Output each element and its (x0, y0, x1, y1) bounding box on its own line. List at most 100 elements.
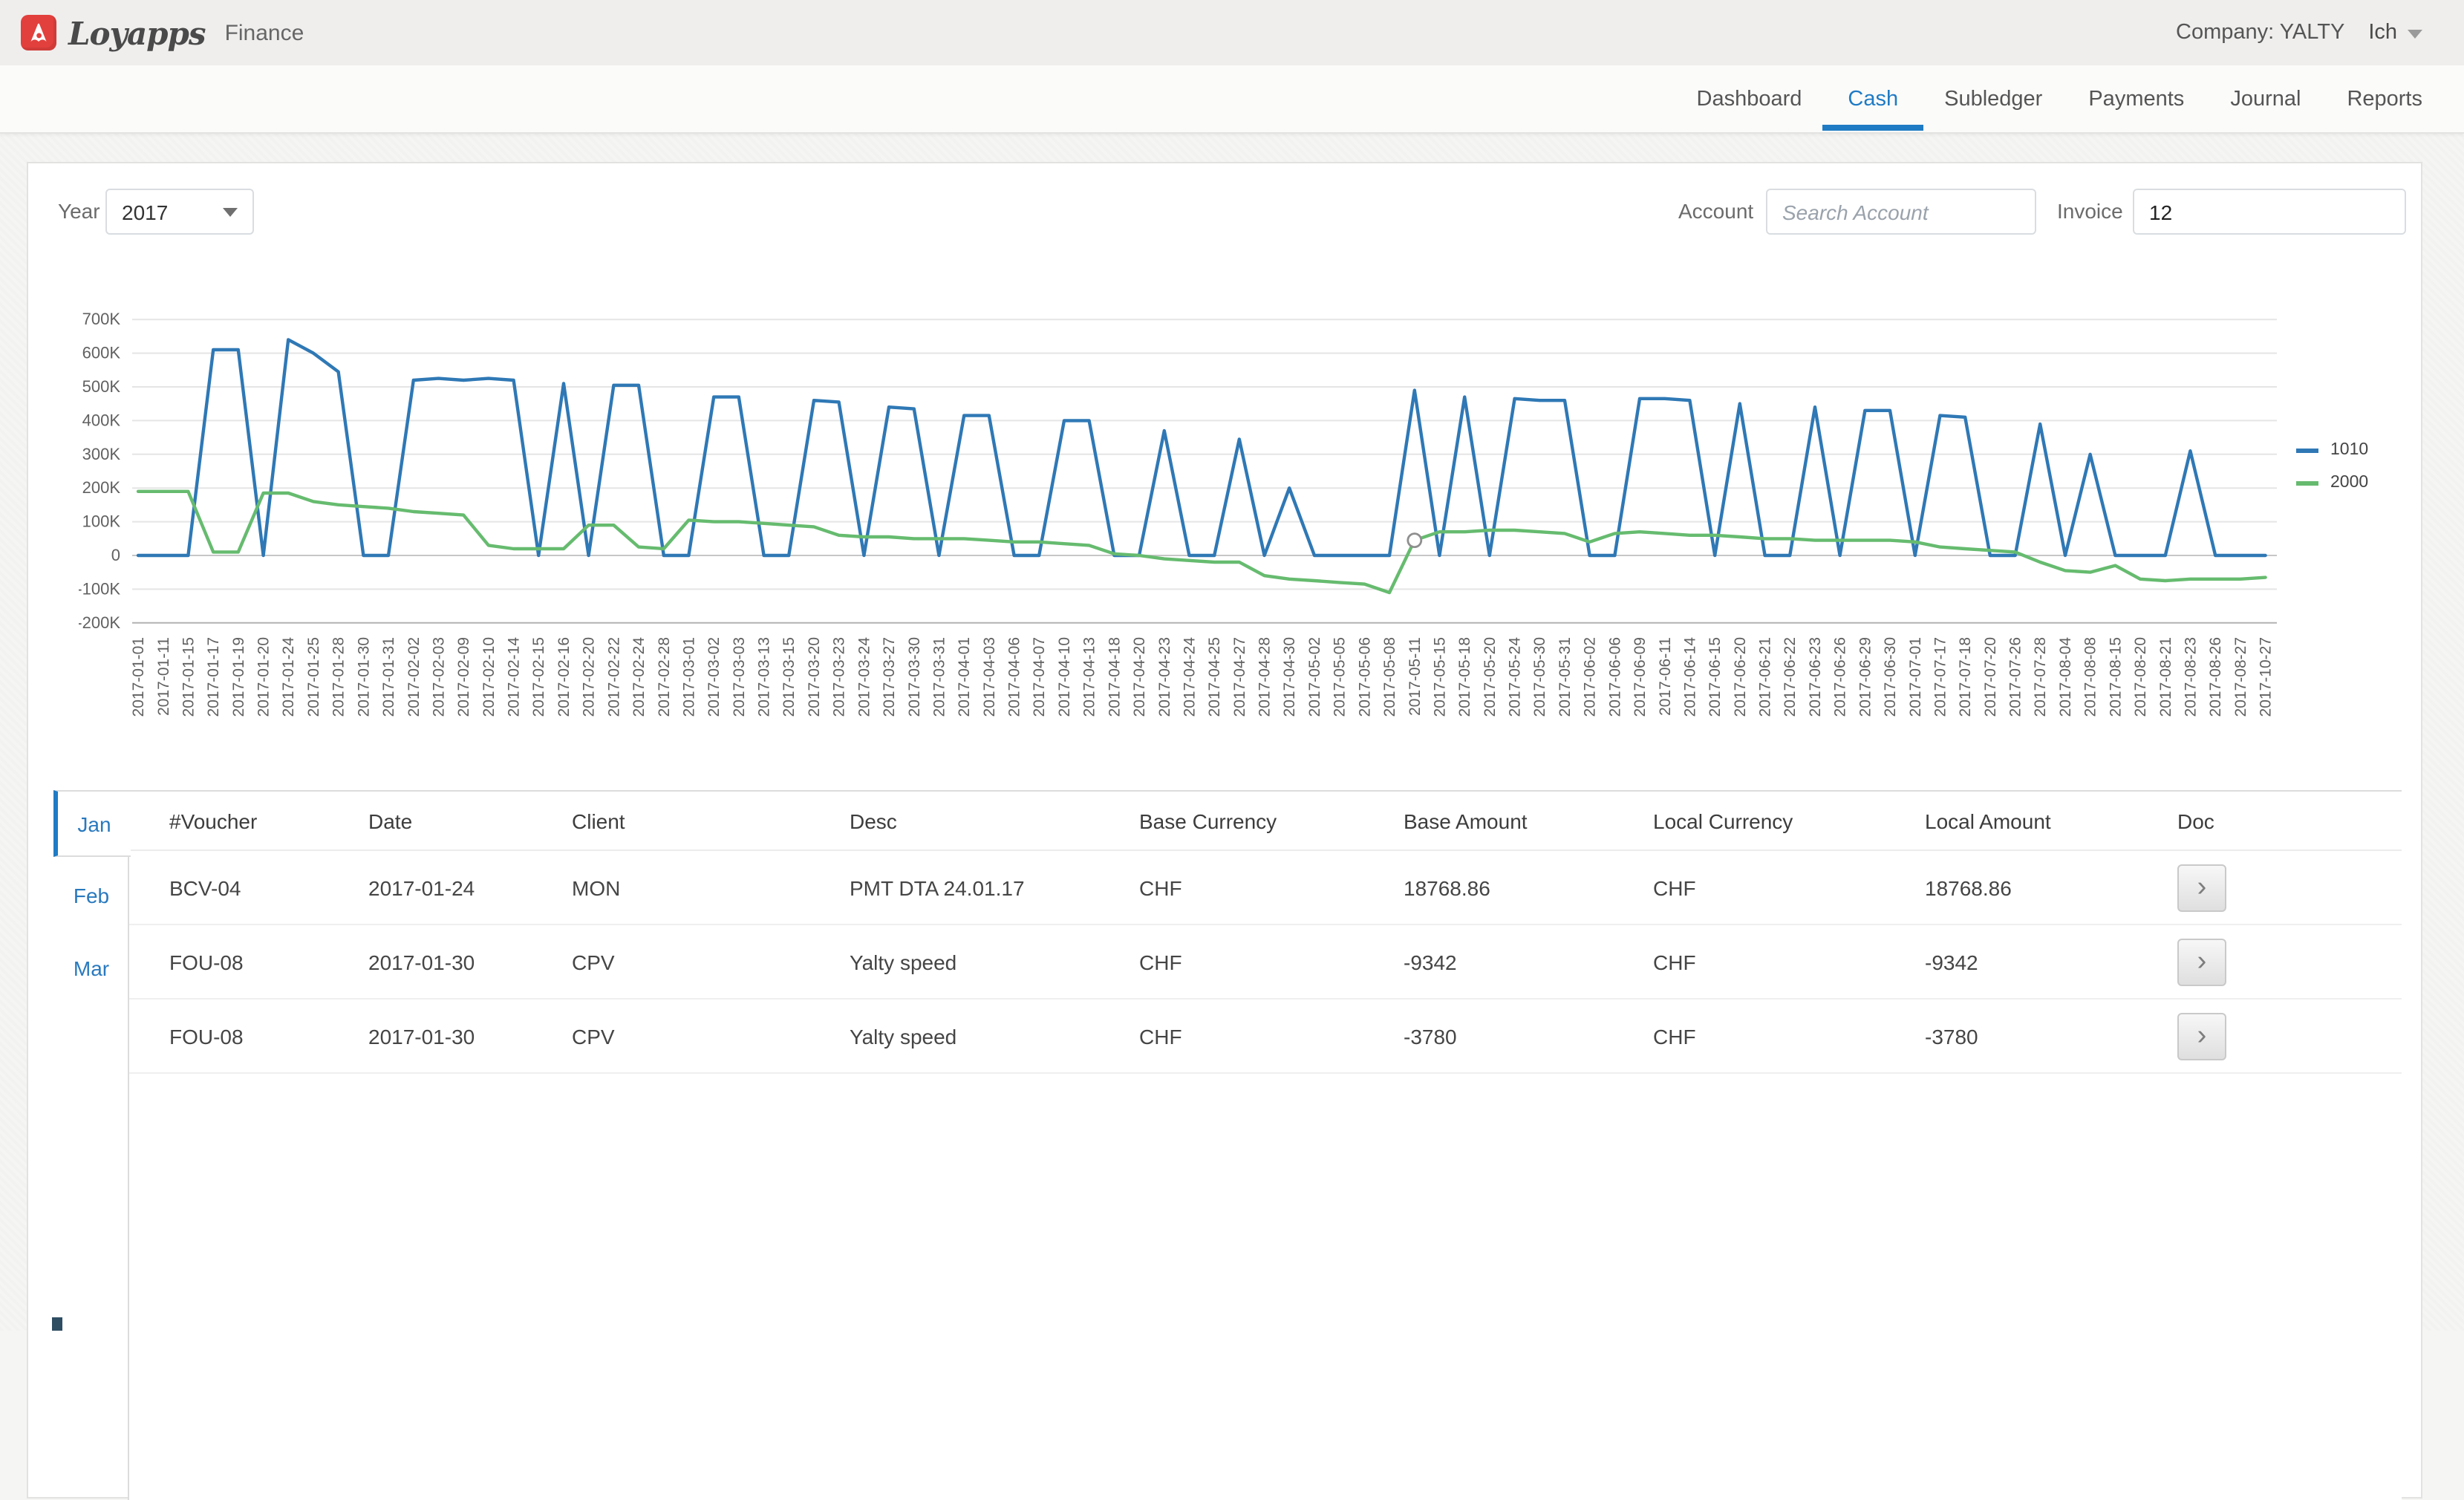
col-local-currency: Local Currency (1653, 809, 1925, 832)
svg-text:2017-06-21: 2017-06-21 (1757, 637, 1774, 717)
account-area: Company: YALTY Ich (2176, 21, 2422, 45)
loyapps-logo-icon (21, 15, 56, 50)
svg-text:200K: 200K (82, 478, 121, 497)
year-select[interactable]: 2017 (105, 189, 254, 235)
svg-text:2017-02-09: 2017-02-09 (455, 637, 472, 717)
svg-text:2017-06-11: 2017-06-11 (1657, 637, 1674, 716)
svg-text:2017-08-21: 2017-08-21 (2157, 637, 2174, 717)
legend-label-2000: 2000 (2330, 474, 2368, 492)
voucher-table-panel: #Voucher Date Client Desc Base Currency … (128, 790, 2402, 1500)
svg-text:2017-08-20: 2017-08-20 (2132, 637, 2149, 717)
content-card: Year 2017 Account Invoice 700K600K500K40… (27, 162, 2422, 1499)
cell-voucher: BCV-04 (169, 875, 368, 899)
cell-local-currency: CHF (1653, 1024, 1925, 1048)
top-header-bar: Loyapps Finance Company: YALTY Ich (0, 0, 2464, 65)
svg-text:2017-03-02: 2017-03-02 (705, 637, 723, 717)
col-desc: Desc (850, 809, 1139, 832)
svg-text:100K: 100K (82, 512, 121, 531)
invoice-input[interactable] (2133, 189, 2406, 235)
svg-text:2017-04-18: 2017-04-18 (1106, 637, 1123, 717)
svg-text:2017-06-26: 2017-06-26 (1832, 637, 1849, 717)
logo-wordmark: Loyapps (68, 17, 206, 48)
app-name: Finance (225, 20, 304, 45)
doc-open-button[interactable]: › (2177, 864, 2226, 911)
col-local-amount: Local Amount (1925, 809, 2177, 832)
cell-desc: PMT DTA 24.01.17 (850, 875, 1139, 899)
svg-text:2017-02-20: 2017-02-20 (581, 637, 598, 717)
svg-text:2017-01-24: 2017-01-24 (280, 637, 297, 717)
partial-cutoff-element (52, 1317, 62, 1331)
svg-text:2017-06-02: 2017-06-02 (1582, 637, 1599, 717)
year-label: Year (58, 189, 100, 235)
svg-text:2017-04-28: 2017-04-28 (1257, 637, 1274, 717)
invoice-label: Invoice (2057, 189, 2123, 235)
brand-logo[interactable]: Loyapps Finance (21, 15, 304, 50)
svg-text:2017-02-10: 2017-02-10 (480, 637, 498, 717)
svg-text:2017-07-17: 2017-07-17 (1932, 637, 1949, 717)
svg-text:2017-04-20: 2017-04-20 (1131, 637, 1148, 717)
svg-text:2017-04-01: 2017-04-01 (956, 637, 973, 717)
main-nav: Dashboard Cash Subledger Payments Journa… (0, 65, 2464, 134)
svg-text:2017-04-10: 2017-04-10 (1056, 637, 1073, 717)
col-voucher: #Voucher (169, 809, 368, 832)
month-tab-jan[interactable]: Jan (53, 790, 131, 857)
svg-text:2017-08-15: 2017-08-15 (2107, 637, 2124, 717)
tab-dashboard[interactable]: Dashboard (1697, 87, 1802, 111)
cell-desc: Yalty speed (850, 950, 1139, 974)
svg-text:2017-05-18: 2017-05-18 (1456, 637, 1473, 717)
cell-voucher: FOU-08 (169, 1024, 368, 1048)
svg-text:2017-05-02: 2017-05-02 (1306, 637, 1323, 717)
svg-text:-100K: -100K (79, 579, 120, 598)
month-tab-feb[interactable]: Feb (53, 876, 129, 915)
month-tab-mar[interactable]: Mar (53, 949, 129, 988)
legend-swatch-1010 (2296, 448, 2318, 452)
svg-text:2017-03-31: 2017-03-31 (930, 637, 948, 717)
svg-text:2017-03-27: 2017-03-27 (881, 637, 898, 717)
cell-local-amount: -3780 (1925, 1024, 2177, 1048)
svg-text:300K: 300K (82, 445, 121, 463)
tab-subledger[interactable]: Subledger (1944, 87, 2042, 111)
svg-text:2017-02-22: 2017-02-22 (605, 637, 622, 717)
svg-text:2017-03-23: 2017-03-23 (831, 637, 848, 717)
cell-local-amount: 18768.86 (1925, 875, 2177, 899)
tab-cash[interactable]: Cash (1848, 87, 1898, 111)
svg-text:2017-05-24: 2017-05-24 (1507, 637, 1524, 717)
svg-text:400K: 400K (82, 411, 121, 429)
tab-journal[interactable]: Journal (2230, 87, 2301, 111)
cell-base-amount: -9342 (1404, 950, 1653, 974)
col-client: Client (572, 809, 850, 832)
tab-reports[interactable]: Reports (2347, 87, 2422, 111)
svg-text:2017-02-15: 2017-02-15 (530, 637, 547, 717)
account-search-input[interactable] (1766, 189, 2036, 235)
svg-text:2017-05-11: 2017-05-11 (1407, 637, 1424, 716)
svg-text:2017-08-04: 2017-08-04 (2057, 637, 2074, 717)
svg-text:2017-01-17: 2017-01-17 (205, 637, 222, 717)
svg-text:2017-08-26: 2017-08-26 (2207, 637, 2224, 717)
cell-base-amount: 18768.86 (1404, 875, 1653, 899)
svg-text:2017-05-05: 2017-05-05 (1332, 637, 1349, 717)
chart-legend: 1010 2000 (2296, 434, 2368, 499)
svg-text:2017-01-31: 2017-01-31 (380, 637, 397, 717)
svg-text:2017-06-22: 2017-06-22 (1782, 637, 1799, 717)
user-menu[interactable]: Ich (2368, 21, 2422, 45)
svg-text:2017-01-19: 2017-01-19 (230, 637, 247, 717)
cell-client: CPV (572, 950, 850, 974)
cell-date: 2017-01-30 (368, 950, 572, 974)
col-date: Date (368, 809, 572, 832)
svg-text:2017-07-20: 2017-07-20 (1982, 637, 1999, 717)
svg-text:2017-01-20: 2017-01-20 (255, 637, 273, 717)
svg-text:2017-01-28: 2017-01-28 (330, 637, 348, 717)
svg-text:2017-07-18: 2017-07-18 (1957, 637, 1974, 717)
svg-text:2017-04-03: 2017-04-03 (981, 637, 998, 717)
tab-payments[interactable]: Payments (2088, 87, 2184, 111)
svg-text:2017-01-11: 2017-01-11 (155, 637, 172, 716)
svg-text:2017-06-23: 2017-06-23 (1807, 637, 1824, 717)
cell-date: 2017-01-30 (368, 1024, 572, 1048)
cell-local-currency: CHF (1653, 875, 1925, 899)
svg-text:2017-03-24: 2017-03-24 (855, 637, 873, 717)
svg-text:2017-06-14: 2017-06-14 (1681, 637, 1698, 717)
doc-open-button[interactable]: › (2177, 1012, 2226, 1060)
doc-open-button[interactable]: › (2177, 938, 2226, 985)
svg-text:2017-06-15: 2017-06-15 (1707, 637, 1724, 717)
chevron-down-icon (223, 207, 238, 216)
